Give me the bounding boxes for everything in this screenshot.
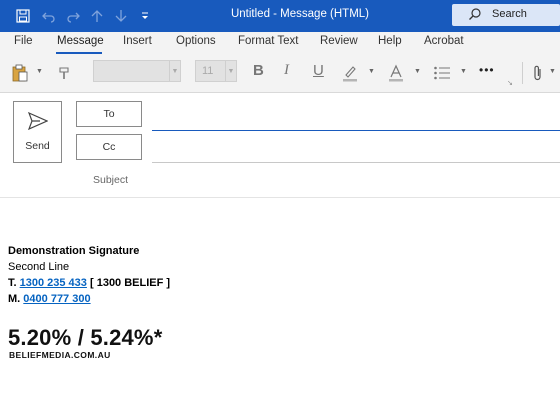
paste-dropdown-icon[interactable]: ▼ bbox=[36, 68, 43, 75]
save-icon[interactable] bbox=[14, 7, 32, 25]
tab-message[interactable]: Message bbox=[57, 35, 104, 47]
bullets-icon[interactable] bbox=[432, 62, 452, 84]
title-bar: Untitled - Message (HTML) Search bbox=[0, 0, 560, 32]
cc-button[interactable]: Cc bbox=[76, 134, 142, 160]
tab-file[interactable]: File bbox=[14, 35, 33, 47]
ribbon-divider bbox=[522, 62, 523, 84]
font-color-dropdown-icon[interactable]: ▼ bbox=[414, 68, 421, 75]
italic-icon[interactable]: I bbox=[284, 62, 289, 79]
to-button[interactable]: To bbox=[76, 101, 142, 127]
send-label: Send bbox=[25, 140, 50, 152]
to-field[interactable] bbox=[152, 130, 560, 131]
window-title: Untitled - Message (HTML) bbox=[230, 8, 370, 20]
send-icon bbox=[27, 111, 49, 135]
underline-icon[interactable]: U bbox=[313, 62, 324, 79]
subject-label: Subject bbox=[93, 174, 129, 186]
search-box[interactable]: Search bbox=[452, 4, 560, 26]
font-family-dropdown[interactable]: ▼ bbox=[93, 60, 181, 82]
search-label: Search bbox=[492, 8, 527, 20]
compose-header: Send To Cc Subject bbox=[0, 93, 560, 198]
format-painter-icon[interactable] bbox=[55, 62, 75, 84]
font-size-value: 11 bbox=[202, 65, 214, 77]
highlight-icon[interactable] bbox=[340, 62, 360, 84]
font-color-icon[interactable] bbox=[386, 62, 406, 84]
up-arrow-icon[interactable] bbox=[88, 7, 106, 25]
ribbon-toolbar: ▼ ▼ 11 ▼ B I U ▼ ▼ ▼ ••• ↘ ▼ bbox=[0, 54, 560, 93]
highlight-dropdown-icon[interactable]: ▼ bbox=[368, 68, 375, 75]
signature-mobile-line: M. 0400 777 300 bbox=[8, 293, 91, 305]
tab-format-text[interactable]: Format Text bbox=[238, 35, 299, 47]
tab-help[interactable]: Help bbox=[378, 35, 402, 47]
down-arrow-icon[interactable] bbox=[112, 7, 130, 25]
chevron-down-icon: ▼ bbox=[225, 61, 236, 81]
paste-icon[interactable] bbox=[10, 62, 30, 84]
attach-file-icon[interactable] bbox=[530, 62, 546, 84]
dialog-launcher-icon[interactable]: ↘ bbox=[507, 79, 513, 87]
phone-link[interactable]: 1300 235 433 bbox=[20, 277, 87, 289]
signature-line2: Second Line bbox=[8, 261, 70, 273]
tab-acrobat[interactable]: Acrobat bbox=[424, 35, 464, 47]
undo-icon[interactable] bbox=[40, 7, 58, 25]
signature-name: Demonstration Signature bbox=[8, 245, 140, 257]
search-icon bbox=[468, 7, 482, 26]
attach-dropdown-icon[interactable]: ▼ bbox=[549, 68, 556, 75]
cc-field[interactable] bbox=[152, 162, 560, 163]
bold-icon[interactable]: B bbox=[253, 62, 264, 79]
customize-toolbar-icon[interactable] bbox=[136, 7, 154, 25]
redo-icon[interactable] bbox=[64, 7, 82, 25]
chevron-down-icon: ▼ bbox=[169, 61, 180, 81]
tab-options[interactable]: Options bbox=[176, 35, 216, 47]
rate-text: 5.20% / 5.24%* bbox=[8, 325, 163, 350]
domain-text: BELIEFMEDIA.COM.AU bbox=[9, 350, 111, 360]
font-size-dropdown[interactable]: 11 ▼ bbox=[195, 60, 237, 82]
ribbon-tabs: File Message Insert Options Format Text … bbox=[0, 32, 560, 54]
tab-review[interactable]: Review bbox=[320, 35, 358, 47]
more-options-icon[interactable]: ••• bbox=[479, 63, 495, 77]
tab-insert[interactable]: Insert bbox=[123, 35, 152, 47]
mobile-link[interactable]: 0400 777 300 bbox=[23, 293, 90, 305]
bullets-dropdown-icon[interactable]: ▼ bbox=[460, 68, 467, 75]
send-button[interactable]: Send bbox=[13, 101, 62, 163]
signature-phone-line: T. 1300 235 433 [ 1300 BELIEF ] bbox=[8, 277, 171, 289]
